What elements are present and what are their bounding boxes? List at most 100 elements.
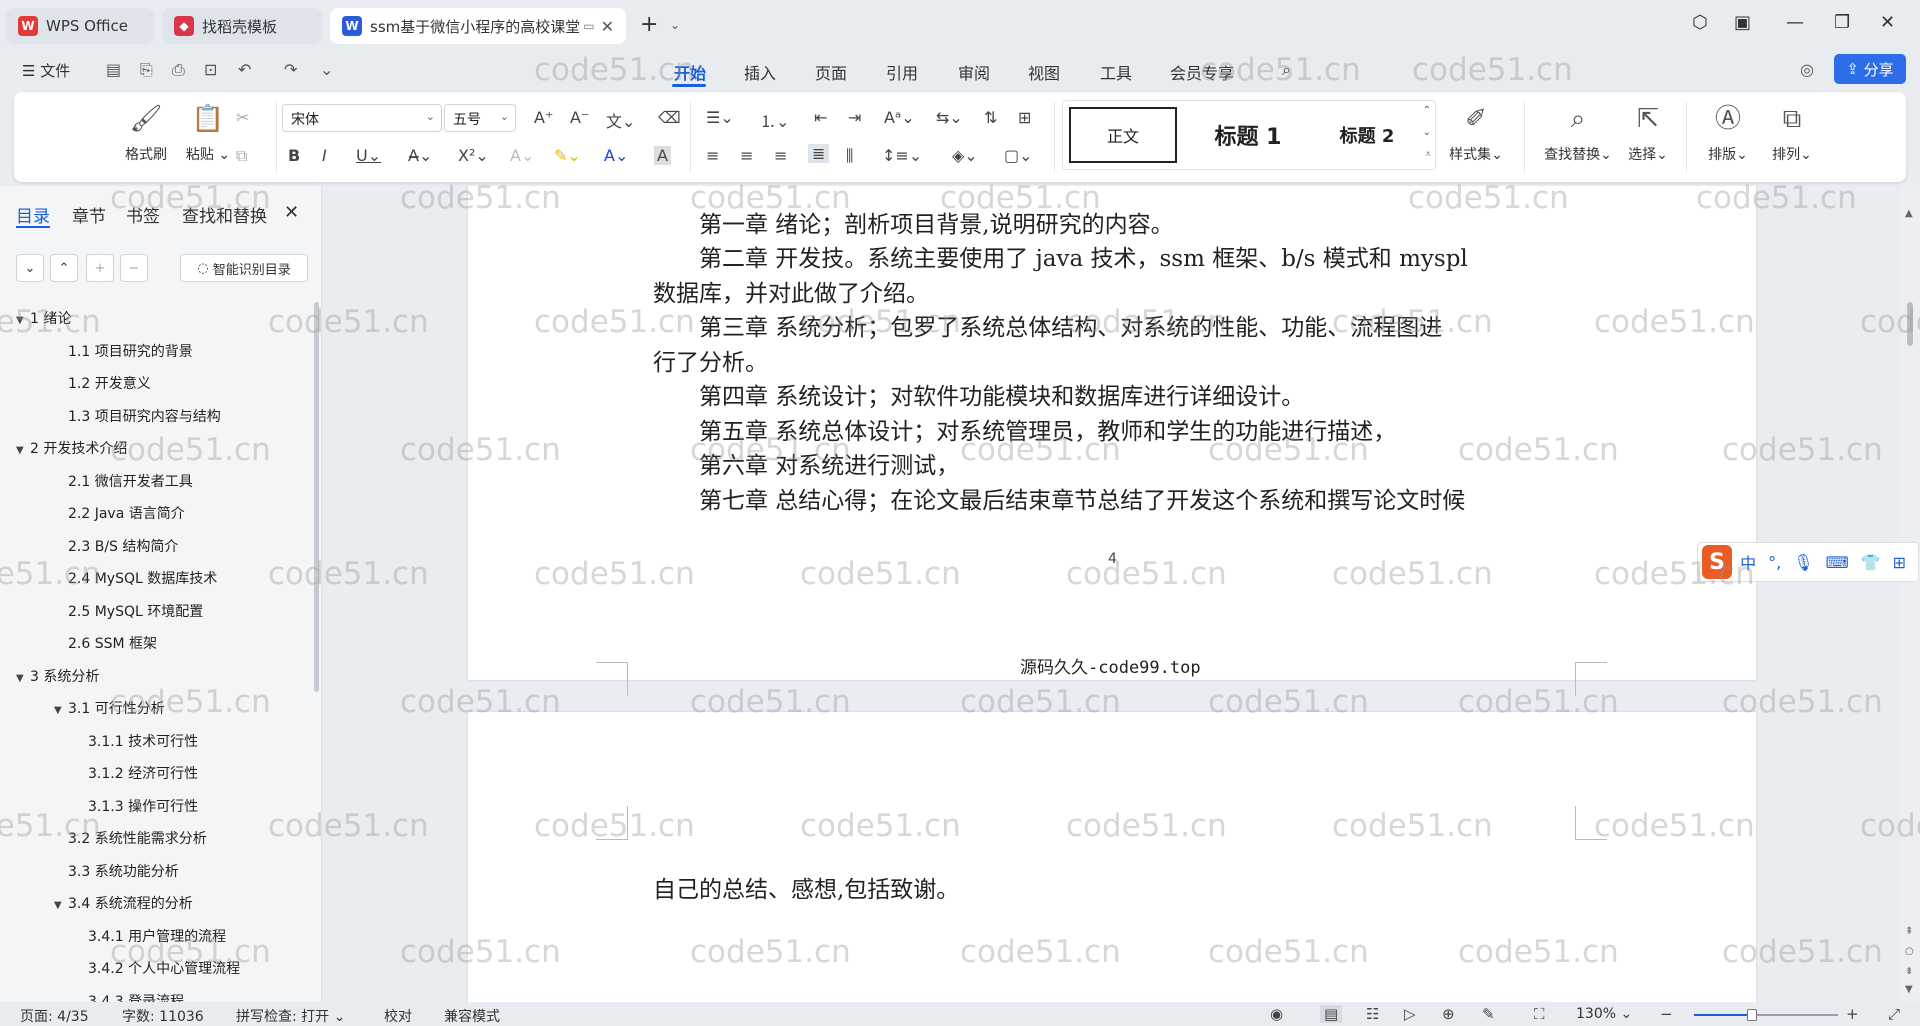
prev-page-icon[interactable]: ⇞: [1905, 926, 1913, 937]
toc-item[interactable]: ▼ 2 开发技术介绍: [16, 438, 127, 458]
paragraph-line[interactable]: 数据库，并对此做了介绍。: [653, 274, 929, 308]
document-scrollbar[interactable]: ▲ ⇞ ○ ⇟ ▼: [1900, 186, 1920, 1002]
style-normal[interactable]: 正文: [1069, 107, 1177, 163]
smart-toc-button[interactable]: ◌ 智能识别目录: [180, 254, 308, 282]
chevron-up-icon[interactable]: ▲: [1905, 208, 1913, 219]
justify-icon[interactable]: ≣: [808, 144, 830, 163]
expand-triangle-icon[interactable]: ▼: [16, 315, 30, 326]
restore-icon[interactable]: ❐: [1834, 12, 1850, 33]
redo-icon[interactable]: ↷: [284, 60, 297, 79]
close-icon[interactable]: ✕: [284, 202, 299, 223]
paragraph-line[interactable]: 第三章 系统分析；包罗了系统总体结构、对系统的性能、功能、流程图进: [699, 308, 1442, 342]
toc-item[interactable]: 2.2 Java 语言简介: [68, 503, 185, 523]
keyboard-icon[interactable]: ⌨: [1826, 553, 1849, 572]
swap-icon[interactable]: ⇆⌄: [936, 108, 963, 127]
close-tab-icon[interactable]: ✕: [601, 17, 614, 36]
sort-icon[interactable]: ⇅: [984, 108, 997, 127]
paragraph-line[interactable]: 行了分析。: [653, 343, 768, 377]
toc-item[interactable]: 3.1.2 经济可行性: [88, 763, 198, 783]
microphone-icon[interactable]: 🎙: [1793, 553, 1813, 572]
next-page-icon[interactable]: ⇟: [1905, 966, 1913, 977]
distribute-icon[interactable]: ⫼: [846, 146, 853, 166]
tab-page[interactable]: 页面: [815, 60, 847, 84]
add-heading-button[interactable]: +: [86, 254, 114, 282]
chevron-down-icon[interactable]: ▼: [1905, 984, 1913, 995]
eye-icon[interactable]: ◉: [1270, 1005, 1283, 1023]
text-effect-icon[interactable]: A⌄: [510, 146, 534, 165]
toc-item[interactable]: 2.4 MySQL 数据库技术: [68, 568, 217, 588]
style-heading-2[interactable]: 标题 2: [1317, 107, 1417, 163]
zoom-level[interactable]: 130% ⌄: [1576, 1006, 1632, 1022]
toc-item[interactable]: 3.4.1 用户管理的流程: [88, 926, 226, 946]
play-icon[interactable]: ▷: [1404, 1005, 1416, 1023]
tab-wps-office[interactable]: W WPS Office: [6, 8, 154, 44]
ime-punct-toggle[interactable]: °,: [1768, 553, 1781, 572]
paragraph-line[interactable]: 第五章 系统总体设计；对系统管理员，教师和学生的功能进行描述，: [699, 412, 1396, 446]
skin-icon[interactable]: 👕: [1861, 553, 1881, 572]
export-icon[interactable]: ⎘: [140, 60, 153, 80]
toc-item[interactable]: 3.3 系统功能分析: [68, 861, 179, 881]
ime-mode-toggle[interactable]: 中: [1740, 550, 1756, 574]
copy-icon[interactable]: ⧉: [236, 146, 247, 166]
nav-scrollbar[interactable]: [314, 302, 319, 692]
document-page[interactable]: 第一章 绪论；剖析项目背景,说明研究的内容。 第二章 开发技。系统主要使用了 ja…: [468, 186, 1756, 696]
arrange-button[interactable]: ⧉ 排列⌄: [1762, 102, 1822, 164]
toc-item[interactable]: ▼ 1 绪论: [16, 308, 71, 328]
print-icon[interactable]: ⎙: [172, 60, 185, 80]
save-icon[interactable]: ▤: [106, 60, 121, 79]
toc-item[interactable]: 1.1 项目研究的背景: [68, 341, 193, 361]
expand-triangle-icon[interactable]: ▼: [54, 705, 68, 716]
avatar[interactable]: ▣: [1734, 12, 1751, 33]
window-icon[interactable]: ▭: [583, 19, 594, 33]
style-heading-1[interactable]: 标题 1: [1193, 107, 1303, 163]
tab-insert[interactable]: 插入: [744, 60, 776, 84]
nav-tab-find-replace[interactable]: 查找和替换: [182, 202, 267, 227]
toc-item[interactable]: 2.1 微信开发者工具: [68, 471, 193, 491]
minimize-icon[interactable]: —: [1786, 12, 1804, 33]
toc-item[interactable]: 3.2 系统性能需求分析: [68, 828, 207, 848]
search-icon[interactable]: ⌕: [1282, 60, 1291, 80]
cube-icon[interactable]: ⬡: [1692, 12, 1708, 33]
toc-item[interactable]: 3.1.3 操作可行性: [88, 796, 198, 816]
tab-references[interactable]: 引用: [886, 60, 918, 84]
font-name-select[interactable]: 宋体 ⌄: [282, 104, 442, 132]
toc-item[interactable]: 2.6 SSM 框架: [68, 633, 157, 653]
toc-item[interactable]: 1.3 项目研究内容与结构: [68, 406, 221, 426]
close-window-icon[interactable]: ✕: [1880, 12, 1895, 33]
decrease-indent-icon[interactable]: ⇤: [814, 108, 827, 127]
chat-icon[interactable]: ◎: [1800, 60, 1814, 79]
fit-page-icon[interactable]: ⛶: [1534, 1005, 1545, 1023]
toc-item[interactable]: 3.4.2 个人中心管理流程: [88, 958, 240, 978]
chevron-down-icon[interactable]: ⌄: [1423, 127, 1431, 138]
line-spacing-icon[interactable]: ↕≡⌄: [882, 146, 922, 165]
share-button[interactable]: ⇪ 分享: [1834, 54, 1906, 84]
document-page[interactable]: 自己的总结、感想,包括致谢。: [468, 712, 1756, 1002]
font-color-icon[interactable]: A⌄: [604, 146, 628, 165]
tab-member[interactable]: 会员专享: [1170, 60, 1234, 84]
page-view-icon[interactable]: ▤: [1320, 1005, 1343, 1023]
tab-document[interactable]: W ssm基于微信小程序的高校课堂 ▭ ✕: [330, 8, 626, 44]
find-replace-button[interactable]: ⌕ 查找替换⌄: [1538, 102, 1618, 164]
bold-icon[interactable]: B: [288, 146, 300, 165]
expand-triangle-icon[interactable]: ▼: [16, 673, 30, 684]
tab-view[interactable]: 视图: [1028, 60, 1060, 84]
bullet-list-icon[interactable]: ☰⌄: [706, 108, 734, 127]
superscript-icon[interactable]: X²⌄: [458, 146, 489, 165]
increase-indent-icon[interactable]: ⇥: [848, 108, 861, 127]
print-preview-icon[interactable]: ⊡: [204, 60, 217, 79]
expand-triangle-icon[interactable]: ▼: [16, 445, 30, 456]
format-painter-button[interactable]: 🖌 格式刷: [116, 102, 176, 164]
paragraph-line[interactable]: 第四章 系统设计；对软件功能模块和数据库进行详细设计。: [699, 377, 1304, 411]
numbered-list-icon[interactable]: ⒈⌄: [760, 108, 789, 132]
toc-item[interactable]: 2.3 B/S 结构简介: [68, 536, 178, 556]
italic-icon[interactable]: I: [322, 146, 327, 165]
sogou-logo-icon[interactable]: S: [1702, 545, 1733, 579]
paragraph-line[interactable]: 第一章 绪论；剖析项目背景,说明研究的内容。: [699, 205, 1174, 239]
expand-up-button[interactable]: ⌃: [50, 254, 78, 282]
shading-icon[interactable]: ◈⌄: [952, 146, 978, 165]
nav-tab-bookmarks[interactable]: 书签: [126, 202, 160, 227]
align-center-icon[interactable]: ≡: [740, 146, 753, 165]
toc-item[interactable]: 2.5 MySQL 环境配置: [68, 601, 203, 621]
new-tab-icon[interactable]: +: [640, 12, 658, 37]
toc-item[interactable]: ▼ 3.1 可行性分析: [54, 698, 165, 718]
